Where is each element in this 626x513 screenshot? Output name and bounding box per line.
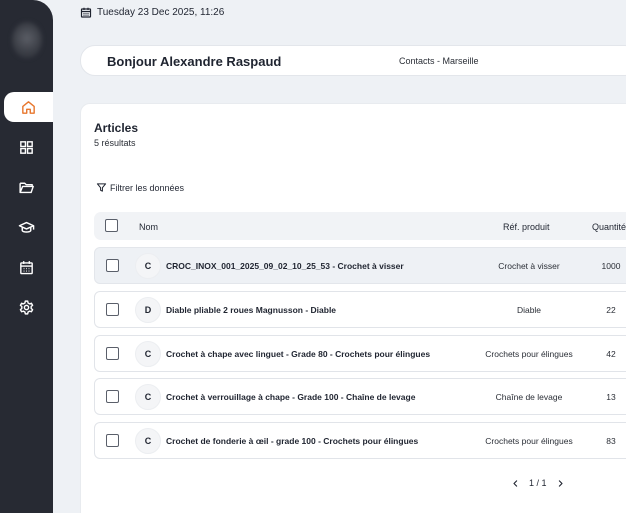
row-name[interactable]: Crochet à verrouillage à chape - Grade 1…	[166, 392, 415, 402]
row-qty: 13	[606, 392, 616, 402]
page-indicator: 1 / 1	[529, 478, 547, 488]
row-ref: Chaîne de levage	[495, 392, 563, 402]
sidebar-item-home[interactable]	[4, 92, 53, 122]
column-header-name[interactable]: Nom	[139, 222, 158, 232]
sidebar-item-settings[interactable]	[0, 292, 53, 322]
avatar[interactable]	[12, 22, 42, 58]
chevron-right-icon[interactable]	[556, 479, 565, 488]
school-icon	[18, 221, 35, 233]
table-row[interactable]: D Diable pliable 2 roues Magnusson - Dia…	[94, 291, 626, 328]
row-checkbox[interactable]	[106, 347, 119, 360]
calendar-icon	[20, 260, 33, 274]
gear-icon	[19, 299, 34, 315]
row-ref: Crochets pour élingues	[485, 349, 573, 359]
row-name[interactable]: Crochet à chape avec linguet - Grade 80 …	[166, 349, 430, 359]
column-header-qty[interactable]: Quantité	[592, 222, 626, 232]
grid-icon	[20, 140, 33, 154]
row-initial-badge: C	[135, 341, 161, 367]
folder-icon	[19, 182, 34, 193]
table-row[interactable]: C Crochet à verrouillage à chape - Grade…	[94, 378, 626, 415]
row-qty: 22	[606, 305, 616, 315]
row-ref: Crochet à visser	[498, 261, 560, 271]
row-checkbox[interactable]	[106, 390, 119, 403]
row-qty: 83	[606, 436, 616, 446]
sidebar	[0, 0, 53, 513]
greeting-bar: Bonjour Alexandre Raspaud Contacts - Mar…	[80, 45, 626, 76]
filter-label: Filtrer les données	[110, 182, 185, 193]
filter-icon	[96, 183, 107, 192]
date-text: Tuesday 23 Dec 2025, 11:26	[97, 7, 225, 18]
page-title: Articles	[94, 121, 139, 135]
row-checkbox[interactable]	[106, 303, 119, 316]
row-initial-badge: C	[135, 428, 161, 454]
articles-card: Articles 5 résultats Filtrer les données…	[80, 103, 626, 513]
row-initial-badge: D	[135, 297, 161, 323]
row-name[interactable]: Crochet de fonderie à œil - grade 100 - …	[166, 436, 418, 446]
row-checkbox[interactable]	[106, 434, 119, 447]
greeting-title: Bonjour Alexandre Raspaud	[107, 54, 282, 69]
row-ref: Diable	[516, 305, 542, 315]
pagination: 1 / 1	[511, 478, 565, 488]
home-icon	[22, 100, 35, 114]
current-date: Tuesday 23 Dec 2025, 11:26	[80, 6, 224, 19]
table-row[interactable]: C CROC_INOX_001_2025_09_02_10_25_53 - Cr…	[94, 247, 626, 284]
table-header: Nom Réf. produit Quantité	[94, 212, 626, 240]
table-row[interactable]: C Crochet de fonderie à œil - grade 100 …	[94, 422, 626, 459]
row-qty: 42	[606, 349, 616, 359]
row-initial-badge: C	[135, 253, 161, 279]
sidebar-item-folder[interactable]	[0, 172, 53, 202]
result-count: 5 résultats	[94, 138, 136, 148]
column-header-ref[interactable]: Réf. produit	[503, 222, 550, 232]
row-name[interactable]: CROC_INOX_001_2025_09_02_10_25_53 - Croc…	[166, 261, 404, 271]
chevron-left-icon[interactable]	[511, 479, 520, 488]
select-all-checkbox[interactable]	[105, 219, 118, 232]
table-row[interactable]: C Crochet à chape avec linguet - Grade 8…	[94, 335, 626, 372]
calendar-icon	[80, 7, 92, 18]
sidebar-item-calendar[interactable]	[0, 252, 53, 282]
row-ref: Crochets pour élingues	[485, 436, 573, 446]
filter-button[interactable]: Filtrer les données	[96, 182, 184, 193]
row-checkbox[interactable]	[106, 259, 119, 272]
row-initial-badge: C	[135, 384, 161, 410]
row-qty: 1000	[601, 261, 621, 271]
row-name[interactable]: Diable pliable 2 roues Magnusson - Diabl…	[166, 305, 336, 315]
greeting-context: Contacts - Marseille	[399, 56, 479, 66]
sidebar-item-grid[interactable]	[0, 132, 53, 162]
sidebar-item-school[interactable]	[0, 212, 53, 242]
